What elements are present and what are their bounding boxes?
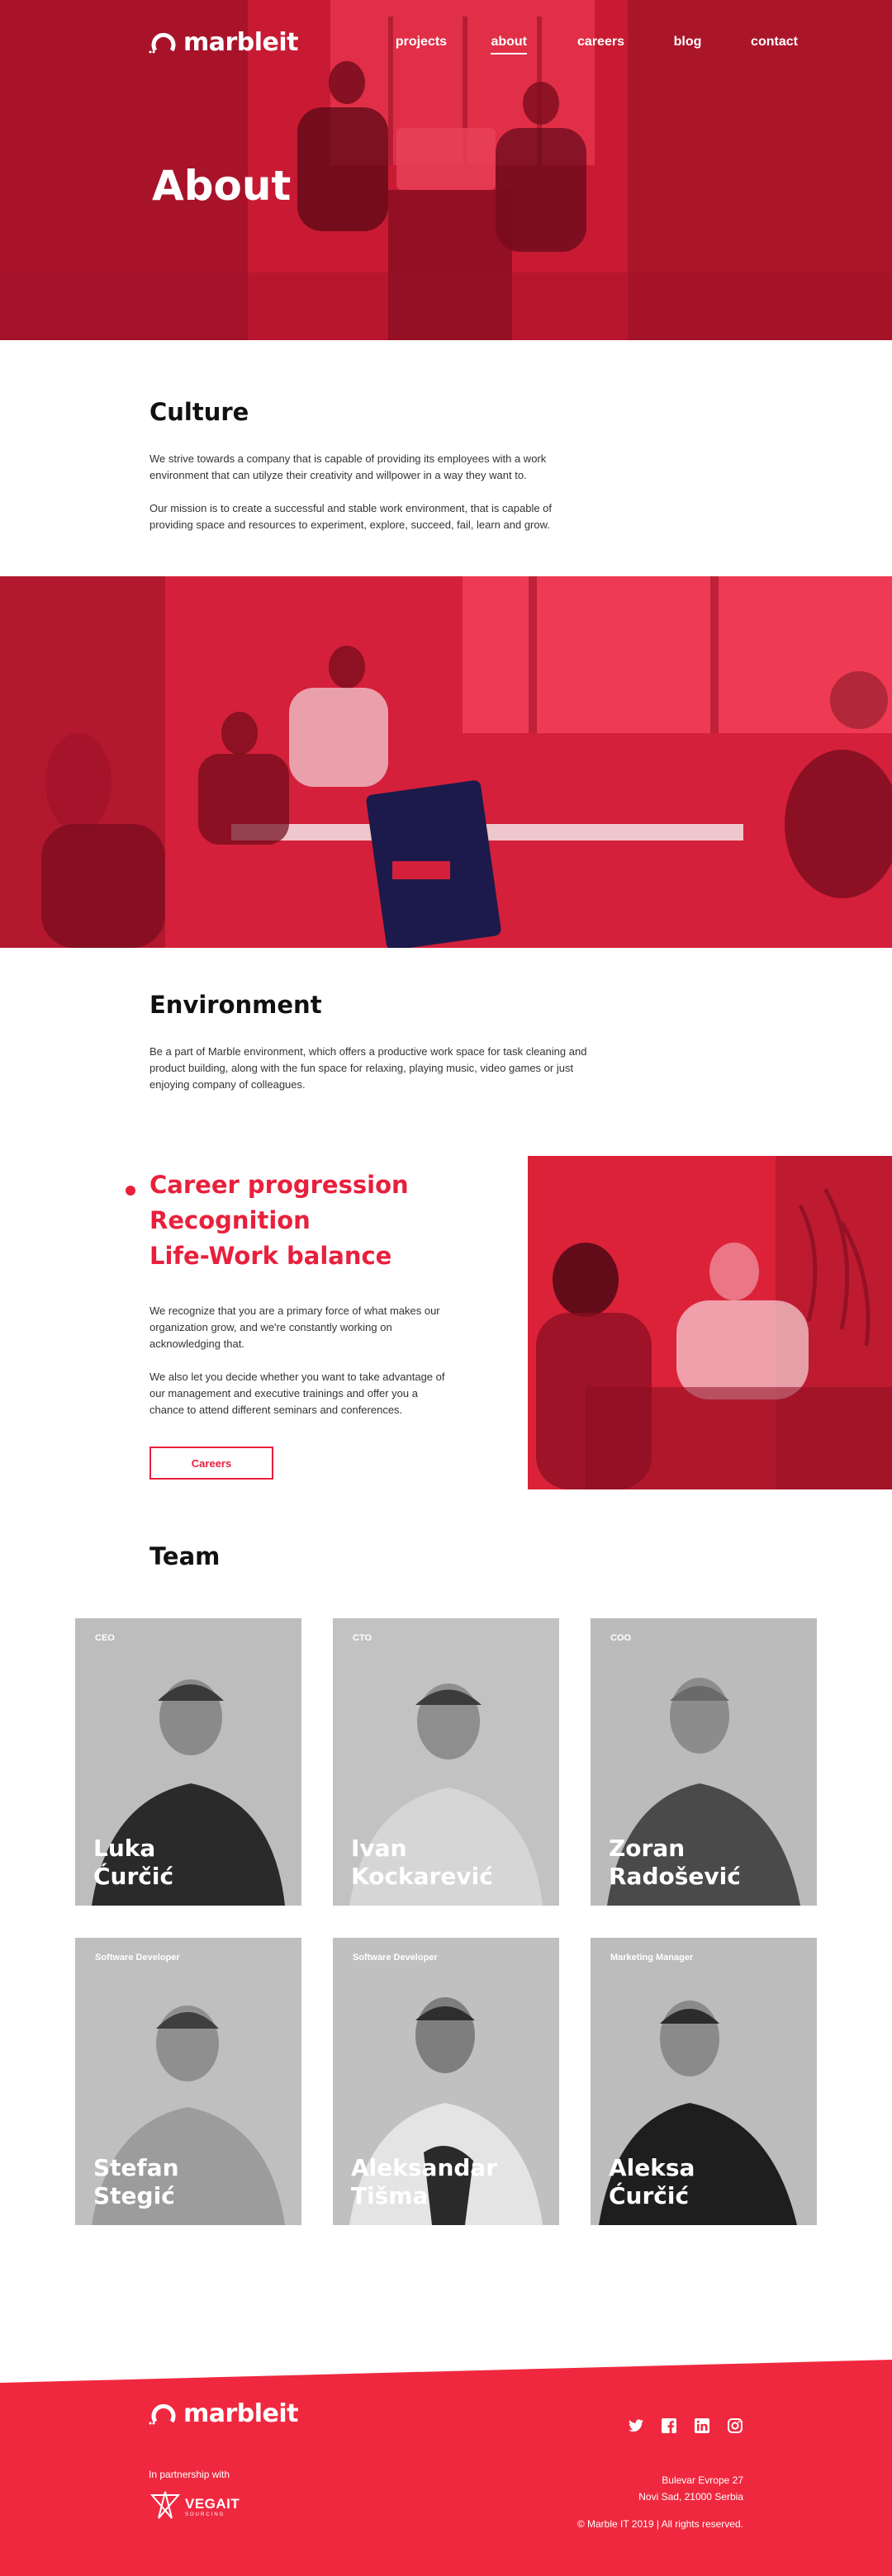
member-role: Software Developer	[95, 1953, 180, 1963]
member-name: Aleksa Ćurčić	[609, 2154, 695, 2209]
member-role: COO	[610, 1633, 632, 1643]
member-name: Aleksandar Tišma	[351, 2154, 498, 2209]
twitter-icon[interactable]	[628, 2417, 644, 2434]
meeting-photo	[528, 1156, 892, 1489]
nav-link-blog[interactable]: blog	[644, 35, 731, 54]
partner-logo[interactable]: VEGAIT SOURCING	[149, 2490, 240, 2523]
nav-link-projects[interactable]: projects	[377, 35, 464, 54]
career-heading-recognition: Recognition	[149, 1206, 311, 1234]
address-line-2: Novi Sad, 21000 Serbia	[638, 2491, 743, 2503]
team-section: Team CEO Luka Ćurčić CTO Ivan Kockarević C…	[0, 1531, 892, 2360]
environment-section: Environment Be a part of Marble environm…	[0, 948, 892, 1156]
culture-title: Culture	[149, 398, 249, 426]
team-card[interactable]: CEO Luka Ćurčić	[75, 1618, 301, 1906]
footer-logo[interactable]: marbleit	[149, 2399, 299, 2428]
member-role: Marketing Manager	[610, 1953, 694, 1963]
logo-text: marbleit	[183, 28, 299, 57]
culture-section: Culture We strive towards a company that…	[0, 340, 892, 576]
team-card[interactable]: Software Developer Stefan Stegić	[75, 1938, 301, 2225]
page-title: About	[152, 162, 292, 210]
culture-paragraph-2: Our mission is to create a successful an…	[149, 502, 553, 531]
footer-address: Bulevar Evrope 27 Novi Sad, 21000 Serbia	[638, 2472, 743, 2505]
career-section: Career progression Recognition Life-Work…	[0, 1156, 892, 1531]
team-card[interactable]: CTO Ivan Kockarević	[333, 1618, 559, 1906]
bullet-dot-icon	[126, 1186, 135, 1196]
career-paragraph-2: We also let you decide whether you want …	[149, 1371, 445, 1416]
marbleit-logo-icon	[149, 31, 178, 55]
marbleit-logo-icon	[149, 2402, 178, 2427]
environment-paragraph: Be a part of Marble environment, which o…	[149, 1045, 587, 1091]
member-role: Software Developer	[353, 1953, 438, 1963]
member-role: CEO	[95, 1633, 115, 1643]
site-footer: marbleit In partnership with VEGAIT SOURC…	[0, 2360, 892, 2576]
site-logo[interactable]: marbleit	[149, 28, 299, 57]
team-card[interactable]: COO Zoran Radošević	[591, 1618, 817, 1906]
career-heading-balance: Life-Work balance	[149, 1242, 392, 1270]
linkedin-icon[interactable]	[694, 2417, 710, 2434]
nav-link-about[interactable]: about	[491, 35, 527, 54]
careers-button[interactable]: Careers	[149, 1447, 273, 1480]
partner-label: In partnership with	[149, 2469, 230, 2480]
copyright-text: © Marble IT 2019 | All rights reserved.	[576, 2518, 743, 2530]
member-name: Zoran Radošević	[609, 1835, 741, 1890]
member-name: Luka Ćurčić	[93, 1835, 174, 1890]
career-paragraph-1: We recognize that you are a primary forc…	[149, 1305, 440, 1350]
office-photo	[0, 576, 892, 948]
main-nav: marbleit projects about careers blog con…	[0, 28, 892, 61]
address-line-1: Bulevar Evrope 27	[662, 2474, 743, 2486]
nav-link-contact[interactable]: contact	[731, 35, 818, 54]
instagram-icon[interactable]	[727, 2417, 743, 2434]
career-headings: Career progression Recognition Life-Work…	[149, 1167, 409, 1274]
partner-name: VEGAIT	[185, 2496, 240, 2512]
member-role: CTO	[353, 1633, 372, 1643]
vegait-star-icon	[149, 2491, 181, 2519]
social-links	[628, 2417, 743, 2434]
logo-text: marbleit	[183, 2399, 299, 2428]
hero-banner: marbleit projects about careers blog con…	[0, 0, 892, 340]
facebook-icon[interactable]	[661, 2417, 677, 2434]
career-heading-progression: Career progression	[149, 1171, 409, 1199]
team-card[interactable]: Marketing Manager Aleksa Ćurčić	[591, 1938, 817, 2225]
partner-sub: SOURCING	[185, 2512, 225, 2517]
member-name: Stefan Stegić	[93, 2154, 179, 2209]
environment-title: Environment	[149, 991, 322, 1019]
member-name: Ivan Kockarević	[351, 1835, 493, 1890]
culture-paragraph-1: We strive towards a company that is capa…	[149, 452, 547, 481]
team-card[interactable]: Software Developer Aleksandar Tišma	[333, 1938, 559, 2225]
team-title: Team	[149, 1542, 221, 1570]
footer-background	[0, 2360, 892, 2576]
nav-link-careers[interactable]: careers	[558, 35, 644, 54]
